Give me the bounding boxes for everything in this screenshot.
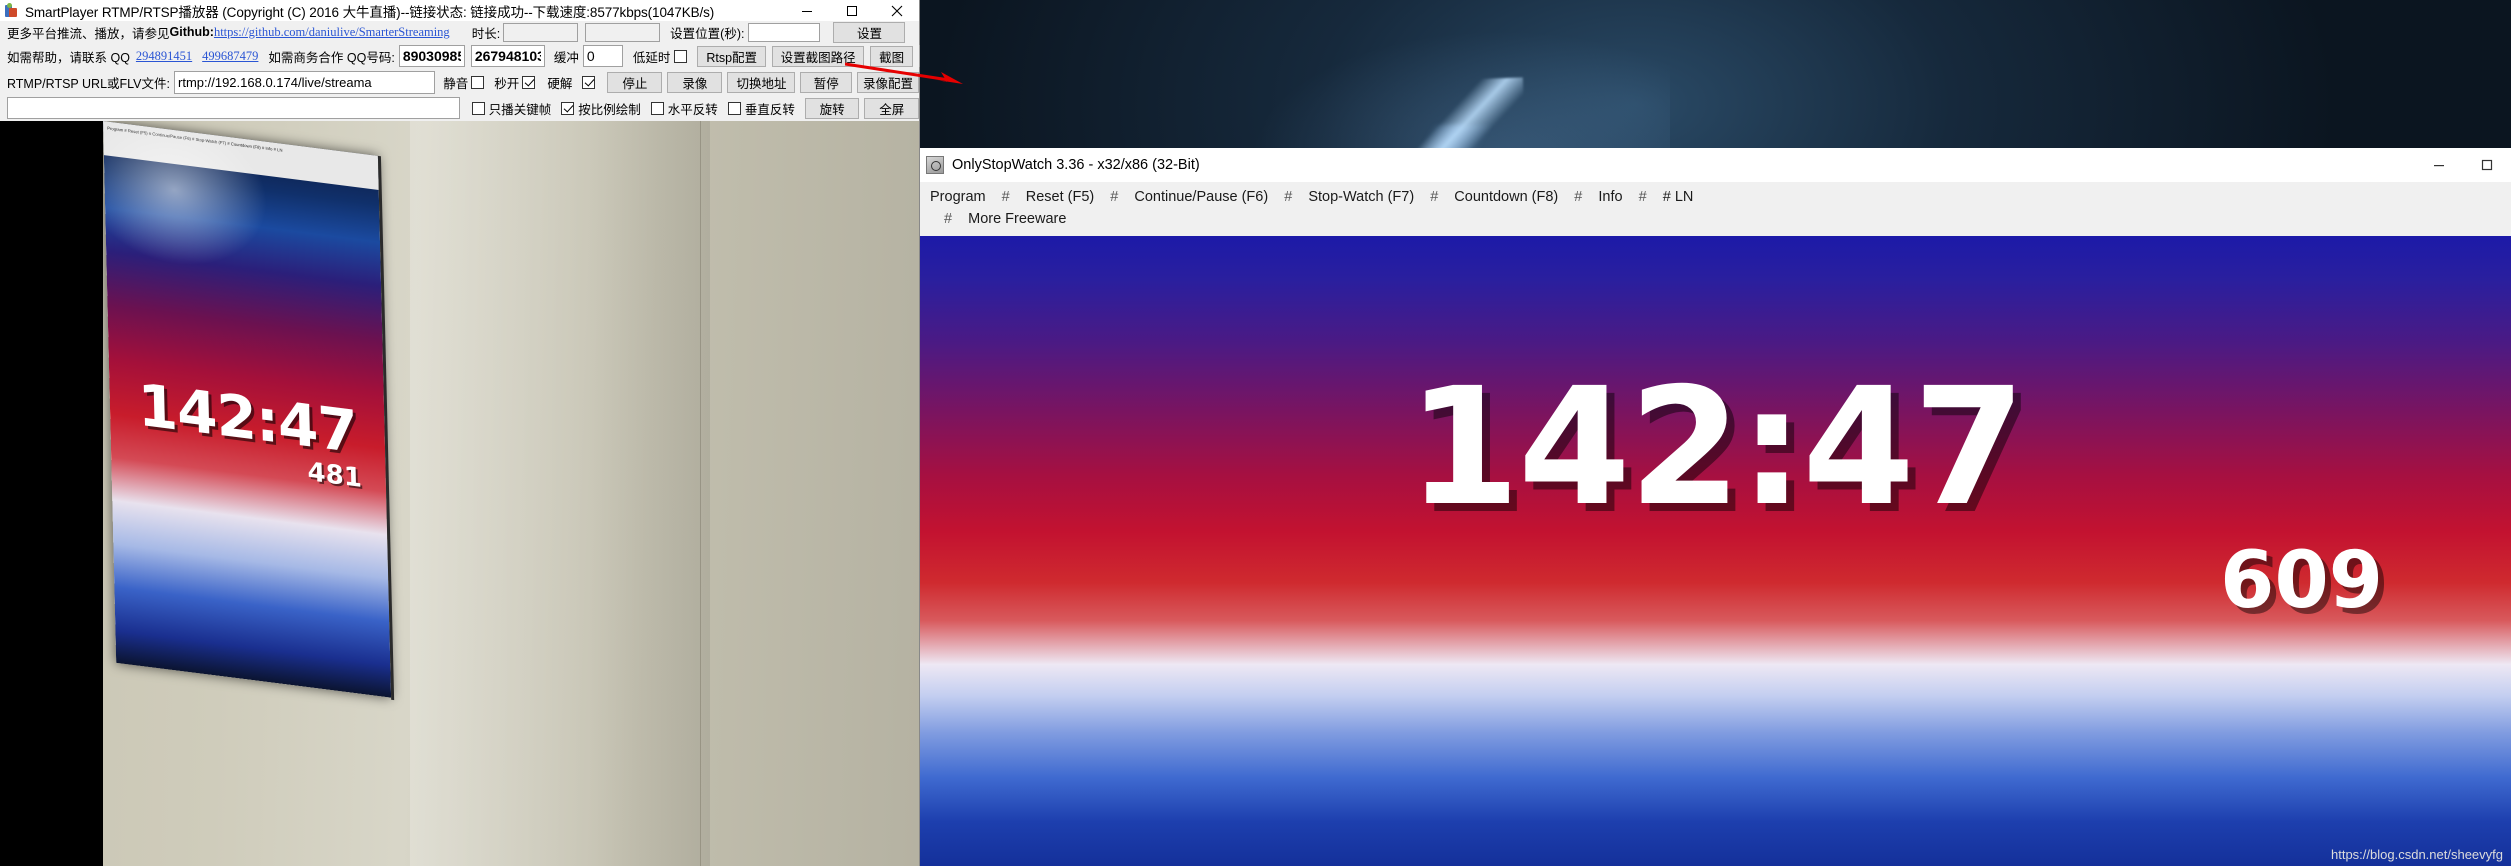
seek-position-input[interactable]: [748, 22, 821, 42]
onlystopwatch-window: OnlyStopWatch 3.36 - x32/x86 (32-Bit) Pr…: [920, 148, 2511, 866]
vertical-flip-label: 垂直反转: [744, 102, 795, 117]
toolbar-row-url: RTMP/RTSP URL或FLV文件: 静音 秒开 硬解 停止 录像 切换地址…: [0, 69, 919, 95]
menu-separator: #: [1574, 189, 1583, 205]
rotate-button[interactable]: 旋转: [804, 97, 860, 119]
toolbar-row-options: 只播关键帧 按比例绘制 水平反转 垂直反转 旋转 全屏: [0, 95, 919, 121]
set-button[interactable]: 设置: [833, 21, 906, 43]
menu-separator: #: [944, 211, 953, 227]
keyframe-only-label: 只播关键帧: [488, 102, 552, 117]
stream-url-input[interactable]: [174, 70, 436, 94]
onlystopwatch-title: OnlyStopWatch 3.36 - x32/x86 (32-Bit): [952, 157, 1200, 173]
switch-address-button[interactable]: 切换地址: [727, 71, 796, 93]
menu-item-reset[interactable]: Reset (F5): [1026, 189, 1095, 205]
onlystopwatch-menubar: Program # Reset (F5) # Continue/Pause (F…: [920, 182, 2511, 236]
duration-input[interactable]: [503, 22, 579, 42]
position-input[interactable]: [585, 22, 661, 42]
stopwatch-time-value: 142:47: [1407, 354, 2025, 542]
scale-draw-checkbox[interactable]: [561, 101, 575, 115]
keyframe-only-checkbox[interactable]: [471, 101, 485, 115]
photographed-monitor: Program # Reset (F5) # Continue/Pause (F…: [103, 121, 392, 698]
mute-label: 静音: [443, 76, 469, 91]
low-latency-checkbox[interactable]: [674, 49, 688, 63]
help-contact-label: 如需帮助，请联系 QQ: [7, 50, 130, 65]
menu-separator: #: [1284, 189, 1293, 205]
menu-item-continue-pause[interactable]: Continue/Pause (F6): [1134, 189, 1268, 205]
maximize-icon[interactable]: [829, 0, 874, 21]
platform-info-label: 更多平台推流、播放，请参见: [7, 26, 170, 41]
close-icon[interactable]: [874, 0, 919, 21]
stopwatch-icon: [926, 156, 944, 174]
smartplayer-titlebar: SmartPlayer RTMP/RTSP播放器 (Copyright (C) …: [0, 0, 919, 21]
github-label: Github:: [169, 25, 214, 39]
stopwatch-milliseconds-value: 609: [2220, 536, 2383, 626]
maximize-icon[interactable]: [2463, 148, 2511, 182]
menu-item-ln[interactable]: # LN: [1663, 189, 1694, 205]
minimize-icon[interactable]: [784, 0, 829, 21]
buffer-label: 缓冲: [553, 50, 579, 65]
vertical-flip-checkbox[interactable]: [727, 101, 741, 115]
qq-link-1[interactable]: 294891451: [136, 49, 192, 64]
video-preview-area[interactable]: Program # Reset (F5) # Continue/Pause (F…: [0, 121, 919, 866]
scale-draw-label: 按比例绘制: [578, 102, 641, 117]
seek-position-label: 设置位置(秒):: [670, 26, 745, 41]
watermark-text: https://blog.csdn.net/sheevyfg: [2331, 847, 2503, 862]
business-label: 如需商务合作 QQ号码:: [268, 50, 395, 65]
pause-button[interactable]: 暂停: [800, 71, 852, 93]
toolbar-row-info: 更多平台推流、播放，请参见 Github: https://github.com…: [0, 21, 919, 43]
business-qq-input-2[interactable]: [470, 45, 545, 67]
low-latency-label: 低延时: [632, 50, 671, 65]
menu-item-program[interactable]: Program: [930, 189, 986, 205]
menu-separator: #: [1001, 189, 1010, 205]
menu-item-stop-watch[interactable]: Stop-Watch (F7): [1308, 189, 1414, 205]
minimize-icon[interactable]: [2415, 148, 2463, 182]
snapshot-path-button[interactable]: 设置截图路径: [772, 45, 865, 67]
desktop-background: OnlyStopWatch 3.36 - x32/x86 (32-Bit) Pr…: [920, 0, 2511, 866]
toolbar-row-contact: 如需帮助，请联系 QQ 294891451 499687479 如需商务合作 Q…: [0, 43, 992, 69]
github-link[interactable]: https://github.com/daniulive/SmarterStre…: [214, 25, 450, 40]
horizontal-flip-label: 水平反转: [667, 102, 718, 117]
menu-item-countdown[interactable]: Countdown (F8): [1454, 189, 1558, 205]
window-controls: [784, 0, 919, 21]
fast-open-checkbox[interactable]: [522, 75, 536, 89]
rtsp-config-button[interactable]: Rtsp配置: [697, 45, 767, 67]
menu-separator: #: [1110, 189, 1119, 205]
business-qq-input-1[interactable]: [398, 45, 465, 67]
hw-decode-checkbox[interactable]: [582, 75, 596, 89]
hw-decode-label: 硬解: [547, 76, 573, 91]
fast-open-label: 秒开: [494, 76, 520, 91]
record-button[interactable]: 录像: [667, 71, 723, 93]
menu-item-more-freeware[interactable]: More Freeware: [968, 211, 1066, 227]
menu-item-info[interactable]: Info: [1598, 189, 1622, 205]
status-input[interactable]: [7, 97, 460, 119]
buffer-input[interactable]: [582, 45, 623, 67]
menu-separator: #: [1638, 189, 1647, 205]
fullscreen-button[interactable]: 全屏: [864, 97, 919, 119]
snapshot-button[interactable]: 截图: [870, 45, 914, 67]
url-label: RTMP/RTSP URL或FLV文件:: [7, 76, 170, 91]
menubar-row-1: Program # Reset (F5) # Continue/Pause (F…: [928, 186, 2503, 208]
onlystopwatch-titlebar: OnlyStopWatch 3.36 - x32/x86 (32-Bit): [920, 148, 2511, 182]
qq-link-2[interactable]: 499687479: [202, 49, 258, 64]
menubar-row-2: # More Freeware: [928, 208, 2503, 230]
window-title: SmartPlayer RTMP/RTSP播放器 (Copyright (C) …: [25, 4, 715, 20]
smartplayer-window: SmartPlayer RTMP/RTSP播放器 (Copyright (C) …: [0, 0, 992, 866]
record-config-button[interactable]: 录像配置: [856, 71, 919, 93]
stop-button[interactable]: 停止: [607, 71, 663, 93]
duration-label: 时长:: [471, 26, 501, 41]
stopwatch-display[interactable]: 142:47 609 https://blog.csdn.net/sheevyf…: [920, 236, 2511, 866]
smartplayer-toolbar: 更多平台推流、播放，请参见 Github: https://github.com…: [0, 21, 992, 121]
horizontal-flip-checkbox[interactable]: [650, 101, 664, 115]
mute-checkbox[interactable]: [471, 75, 485, 89]
onlystopwatch-window-controls: [2415, 148, 2511, 182]
app-icon: [4, 2, 20, 19]
menu-separator: #: [1430, 189, 1439, 205]
